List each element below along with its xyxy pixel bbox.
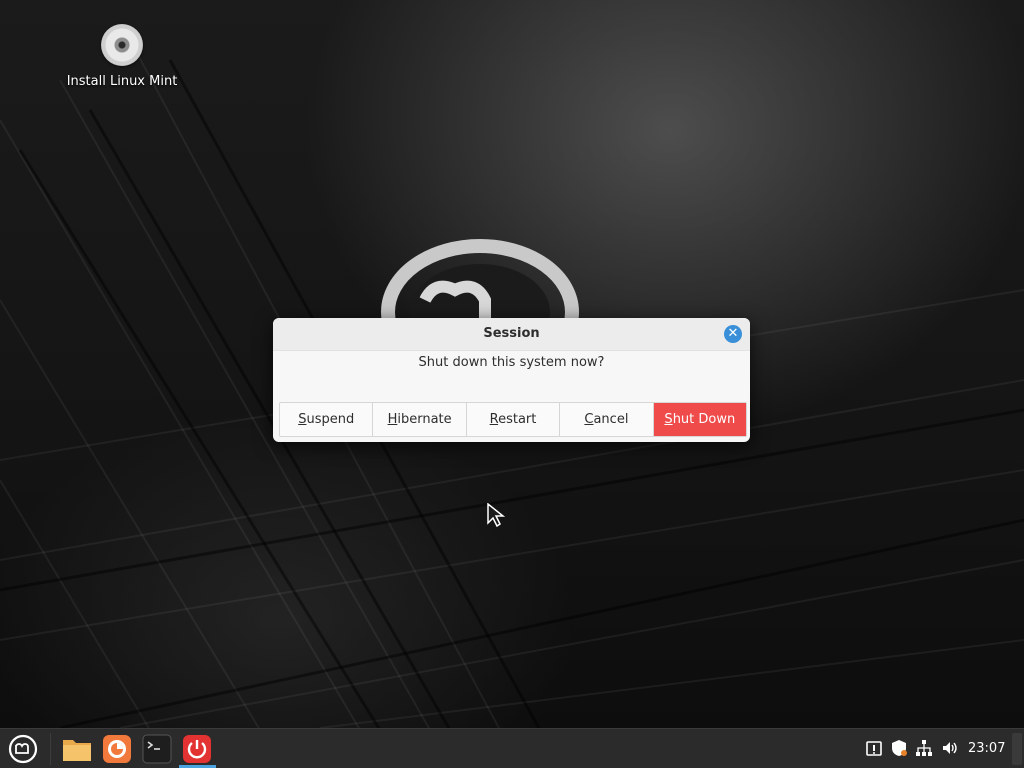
desktop-icon-install-linux-mint[interactable]: Install Linux Mint xyxy=(62,24,182,89)
button-rest: ibernate xyxy=(397,412,452,427)
mnemonic: R xyxy=(489,412,499,427)
mnemonic: S xyxy=(664,412,673,427)
terminal-icon[interactable] xyxy=(141,733,173,765)
update-manager-icon[interactable] xyxy=(865,739,883,757)
restart-button[interactable]: Restart xyxy=(467,403,561,436)
button-rest: uspend xyxy=(306,412,355,427)
shut-down-button[interactable]: Shut Down xyxy=(653,403,747,436)
panel-clock[interactable]: 23:07 xyxy=(968,741,1005,756)
close-button[interactable]: ✕ xyxy=(724,325,742,343)
mint-menu-icon[interactable] xyxy=(4,733,38,765)
show-desktop-button[interactable] xyxy=(1012,733,1022,765)
mnemonic: H xyxy=(387,412,398,427)
firefox-icon[interactable] xyxy=(101,733,133,765)
network-icon[interactable] xyxy=(915,739,933,757)
suspend-button[interactable]: Suspend xyxy=(280,403,374,436)
dialog-titlebar[interactable]: Session ✕ xyxy=(273,318,750,351)
dialog-title: Session xyxy=(483,326,540,341)
desktop-icon-label: Install Linux Mint xyxy=(66,74,178,89)
bottom-panel: 23:07 xyxy=(0,728,1024,768)
folder-icon[interactable] xyxy=(61,733,93,765)
mouse-cursor-icon xyxy=(487,503,506,527)
power-icon[interactable] xyxy=(181,733,213,765)
panel-separator xyxy=(50,733,51,765)
dialog-message: Shut down this system now? xyxy=(418,355,605,370)
cancel-button[interactable]: Cancel xyxy=(560,403,654,436)
button-rest: ancel xyxy=(593,412,629,427)
button-rest: estart xyxy=(498,412,537,427)
button-rest: hut Down xyxy=(672,412,736,427)
shield-icon[interactable] xyxy=(890,739,908,757)
session-dialog: Session ✕ Shut down this system now? Sus… xyxy=(273,318,750,442)
close-icon: ✕ xyxy=(727,326,739,341)
dialog-button-row: Suspend Hibernate Restart Cancel Shut Do… xyxy=(279,402,747,437)
disc-icon xyxy=(101,24,143,66)
hibernate-button[interactable]: Hibernate xyxy=(373,403,467,436)
volume-icon[interactable] xyxy=(941,739,959,757)
